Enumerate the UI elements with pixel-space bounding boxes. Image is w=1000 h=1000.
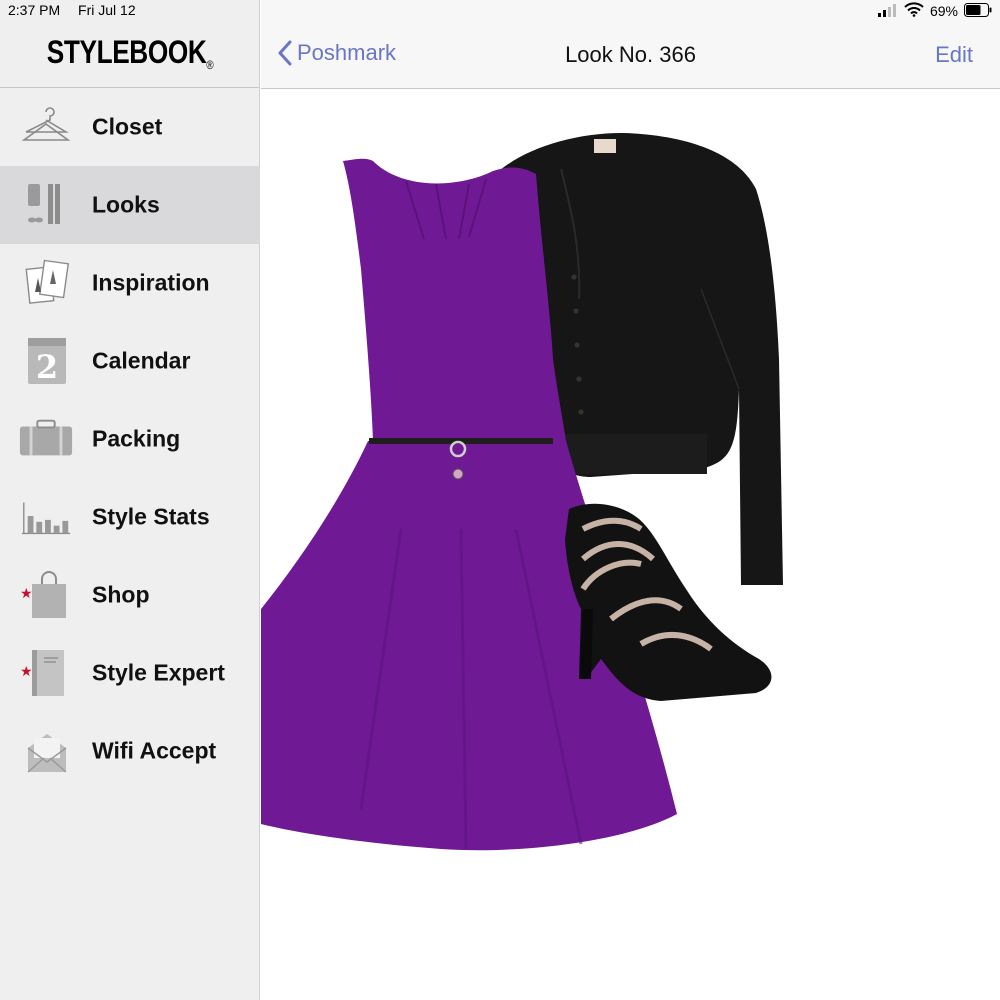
sidebar-item-label: Packing <box>92 425 181 452</box>
page-title: Look No. 366 <box>565 42 696 67</box>
battery-percentage: 69% <box>929 3 958 19</box>
edit-button[interactable]: Edit <box>935 42 973 68</box>
sidebar-item-style-stats[interactable]: Style Stats <box>0 478 260 556</box>
sidebar-item-calendar[interactable]: 2 Calendar <box>0 322 260 400</box>
sidebar-item-shop[interactable]: ★ Shop <box>0 556 260 634</box>
sidebar-item-looks[interactable]: Looks <box>0 166 260 244</box>
status-time-date: 2:37 PM Fri Jul 12 <box>8 2 136 18</box>
suitcase-icon <box>18 414 74 464</box>
sidebar-item-closet[interactable]: Closet <box>0 88 260 166</box>
envelope-icon <box>18 726 74 776</box>
status-time: 2:37 PM <box>8 2 61 18</box>
book-icon <box>18 648 74 698</box>
sidebar-menu: Closet Looks Inspiration 2 Calendar Pack… <box>0 88 260 790</box>
main-pane: 69% Poshmark Look No. 366 Edit <box>261 0 1000 1000</box>
shopping-bag-icon <box>18 570 74 620</box>
calendar-icon: 2 <box>18 336 74 386</box>
sidebar-item-packing[interactable]: Packing <box>0 400 260 478</box>
hanger-icon <box>18 102 74 152</box>
sidebar-item-wifi-accept[interactable]: Wifi Accept <box>0 712 260 790</box>
battery-icon <box>964 2 992 20</box>
sidebar-item-style-expert[interactable]: ★ Style Expert <box>0 634 260 712</box>
sidebar-item-label: Calendar <box>92 347 191 374</box>
sidebar-item-label: Style Stats <box>92 503 210 530</box>
status-date: Fri Jul 12 <box>78 2 136 18</box>
sidebar-item-label: Shop <box>92 581 150 608</box>
bar-chart-icon <box>18 492 74 542</box>
cellular-signal-icon <box>877 3 898 20</box>
sidebar: 2:37 PM Fri Jul 12 STYLEBOOK® Closet Loo… <box>0 0 260 1000</box>
status-indicators: 69% <box>877 2 992 20</box>
outfit-icon <box>18 180 74 230</box>
sidebar-item-inspiration[interactable]: Inspiration <box>0 244 260 322</box>
navigation-bar: 69% Poshmark Look No. 366 Edit <box>261 0 1000 89</box>
sidebar-item-label: Looks <box>92 191 160 218</box>
wifi-icon <box>904 2 924 20</box>
app-logo: STYLEBOOK® <box>46 34 214 72</box>
sidebar-item-label: Closet <box>92 113 163 140</box>
sidebar-item-label: Wifi Accept <box>92 737 217 764</box>
sidebar-item-label: Style Expert <box>92 659 225 686</box>
sidebar-item-label: Inspiration <box>92 269 210 296</box>
look-canvas[interactable] <box>261 89 1000 1000</box>
svg-text:2: 2 <box>36 348 58 386</box>
photos-icon <box>18 258 74 308</box>
